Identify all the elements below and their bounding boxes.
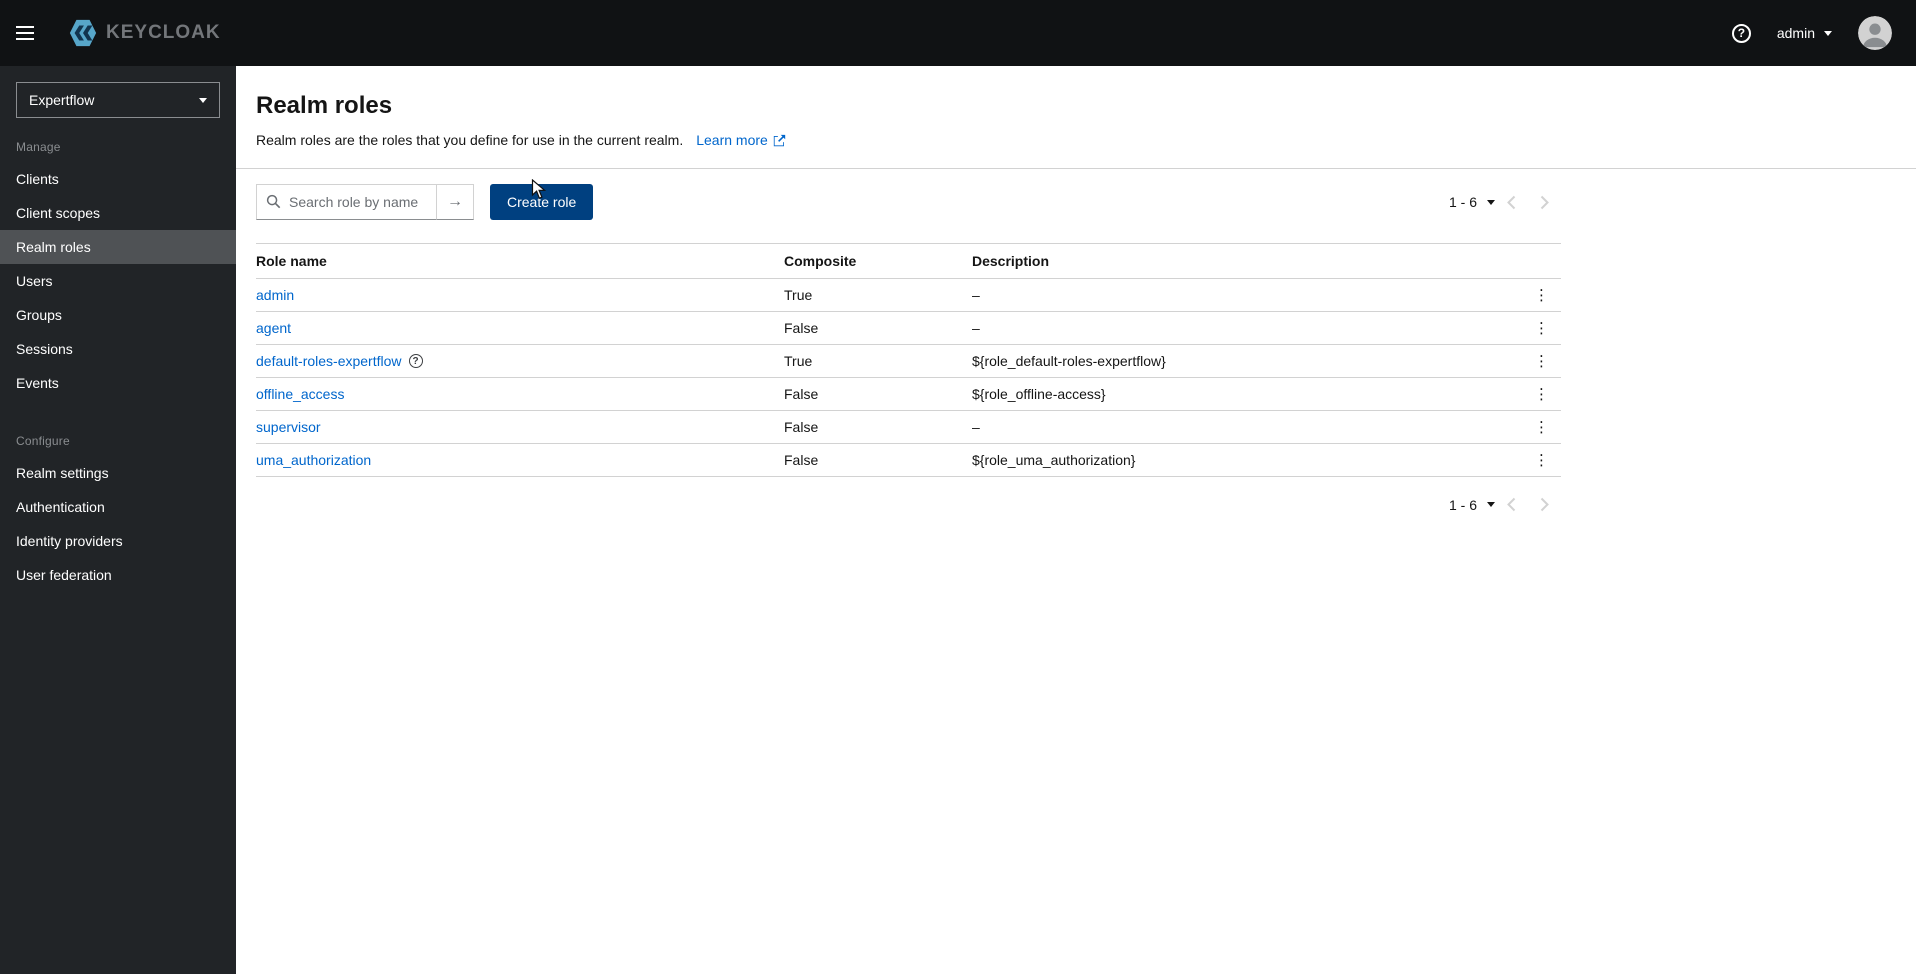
hamburger-menu-icon[interactable] [16, 16, 50, 50]
kebab-menu-button[interactable] [1528, 321, 1555, 336]
nav-section-title: Manage [16, 140, 61, 154]
table-row-uma-authorization: uma_authorization False ${role_uma_autho… [256, 443, 1561, 477]
user-avatar-icon [1858, 16, 1892, 50]
sidebar-item-realm-roles[interactable]: Realm roles [0, 230, 236, 264]
realm-roles-table: Role name Composite Description admin Tr… [256, 243, 1561, 477]
learn-more-label: Learn more [696, 132, 768, 148]
composite-value: True [776, 278, 964, 312]
next-page-button[interactable] [1528, 191, 1561, 214]
caret-down-icon [1824, 30, 1832, 36]
realm-selector[interactable]: Expertflow [16, 82, 220, 118]
table-row-offline-access: offline_access False ${role_offline-acce… [256, 377, 1561, 411]
username-label: admin [1776, 25, 1815, 41]
keycloak-brand: KEYCLOAK [68, 18, 221, 48]
main-content: Realm roles Realm roles are the roles th… [236, 66, 1916, 974]
create-role-button[interactable]: Create role [490, 184, 594, 220]
nav-section-title: Configure [16, 434, 70, 448]
pagination-options-toggle[interactable]: 1 - 6 [1449, 194, 1495, 210]
sidebar-item-clients[interactable]: Clients [0, 162, 236, 196]
page-header: Realm roles Realm roles are the roles th… [236, 66, 1916, 168]
learn-more-link[interactable]: Learn more [696, 132, 786, 148]
brand-text: KEYCLOAK [106, 22, 221, 43]
role-link-agent[interactable]: agent [256, 320, 291, 336]
next-page-button[interactable] [1528, 493, 1561, 516]
sidebar-item-users[interactable]: Users [0, 264, 236, 298]
composite-value: False [776, 443, 964, 477]
previous-page-button[interactable] [1495, 493, 1528, 516]
description-value: – [964, 311, 1517, 345]
sidebar-item-events[interactable]: Events [0, 366, 236, 400]
masthead: KEYCLOAK admin [0, 0, 1916, 66]
kebab-menu-button[interactable] [1528, 288, 1555, 303]
search-submit-button[interactable] [436, 184, 474, 220]
sidebar-item-authentication[interactable]: Authentication [0, 490, 236, 524]
sidebar-item-user-federation[interactable]: User federation [0, 558, 236, 592]
caret-down-icon [1487, 502, 1495, 507]
chevron-down-icon [199, 97, 207, 103]
table-header-row: Role name Composite Description [256, 243, 1561, 279]
chevron-right-icon [1540, 497, 1549, 512]
composite-value: False [776, 311, 964, 345]
column-description: Description [964, 243, 1517, 279]
kebab-menu-button[interactable] [1528, 420, 1555, 435]
help-icon[interactable] [1731, 23, 1751, 43]
caret-down-icon [1487, 199, 1495, 205]
nav-section-manage: Manage Clients Client scopes Realm roles… [0, 132, 236, 400]
table-row-supervisor: supervisor False – [256, 410, 1561, 444]
external-link-icon [773, 134, 785, 146]
realm-selector-value: Expertflow [29, 92, 95, 108]
table-row-admin: admin True – [256, 278, 1561, 312]
composite-value: False [776, 377, 964, 411]
sidebar-item-groups[interactable]: Groups [0, 298, 236, 332]
page-title: Realm roles [256, 92, 393, 119]
page-subtitle: Realm roles are the roles that you defin… [256, 132, 684, 148]
user-menu-dropdown[interactable]: admin [1777, 25, 1832, 41]
description-value: ${role_uma_authorization} [964, 443, 1517, 477]
description-value: – [964, 410, 1517, 444]
sidebar-item-identity-providers[interactable]: Identity providers [0, 524, 236, 558]
role-link-uma-authorization[interactable]: uma_authorization [256, 452, 371, 468]
description-value: ${role_offline-access} [964, 377, 1517, 411]
role-link-default-roles-expertflow[interactable]: default-roles-expertflow [256, 353, 402, 369]
kebab-menu-button[interactable] [1528, 354, 1555, 369]
sidebar-item-client-scopes[interactable]: Client scopes [0, 196, 236, 230]
nav-section-configure: Configure Realm settings Authentication … [0, 426, 236, 592]
column-actions [1517, 243, 1561, 279]
avatar[interactable] [1858, 16, 1892, 50]
question-circle-icon[interactable] [408, 354, 423, 368]
description-value: – [964, 278, 1517, 312]
composite-value: False [776, 410, 964, 444]
search-input[interactable] [256, 184, 437, 220]
pagination-bottom: 1 - 6 [1449, 493, 1561, 516]
column-role-name: Role name [256, 243, 776, 279]
role-link-admin[interactable]: admin [256, 287, 294, 303]
previous-page-button[interactable] [1495, 191, 1528, 214]
sidebar-item-sessions[interactable]: Sessions [0, 332, 236, 366]
chevron-right-icon [1540, 195, 1549, 209]
kebab-menu-button[interactable] [1528, 453, 1555, 468]
roles-toolbar: Create role 1 - 6 [236, 169, 1581, 235]
column-composite: Composite [776, 243, 964, 279]
pagination-range: 1 - 6 [1448, 496, 1477, 513]
pagination-options-toggle[interactable]: 1 - 6 [1449, 497, 1495, 513]
role-link-supervisor[interactable]: supervisor [256, 419, 321, 435]
table-row-agent: agent False – [256, 311, 1561, 345]
keycloak-logo-icon [69, 19, 97, 47]
chevron-left-icon [1507, 497, 1516, 512]
sidebar: Expertflow Manage Clients Client scopes … [0, 66, 236, 974]
kebab-menu-button[interactable] [1528, 387, 1555, 402]
pagination-top: 1 - 6 [1449, 191, 1561, 214]
description-value: ${role_default-roles-expertflow} [964, 344, 1517, 378]
search-group [256, 184, 474, 220]
table-row-default-roles: default-roles-expertflow True ${role_def… [256, 344, 1561, 378]
composite-value: True [776, 344, 964, 378]
role-link-offline-access[interactable]: offline_access [256, 386, 344, 402]
sidebar-item-realm-settings[interactable]: Realm settings [0, 456, 236, 490]
pagination-range: 1 - 6 [1448, 194, 1477, 210]
chevron-left-icon [1507, 195, 1516, 209]
